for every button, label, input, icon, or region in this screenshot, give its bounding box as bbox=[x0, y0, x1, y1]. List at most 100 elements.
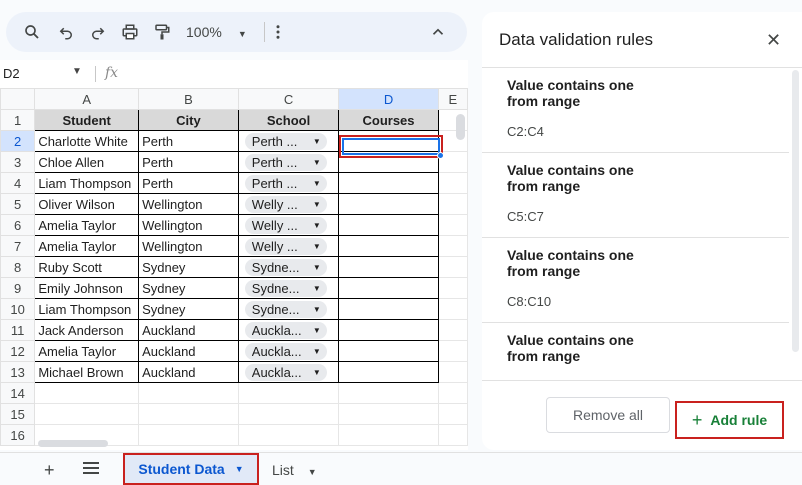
header-cell-student[interactable]: Student bbox=[34, 109, 140, 131]
row-header[interactable]: 8 bbox=[0, 256, 36, 278]
fill-handle[interactable] bbox=[437, 152, 444, 159]
cell-school[interactable]: Sydne... ▼ bbox=[237, 298, 340, 320]
cell-city[interactable]: Sydney bbox=[138, 298, 239, 320]
column-header-e[interactable]: E bbox=[437, 88, 468, 110]
dropdown-chip[interactable]: Welly ... ▼ bbox=[244, 216, 327, 234]
cell-student[interactable]: Chloe Allen bbox=[34, 151, 140, 173]
cell-city[interactable]: Perth bbox=[138, 172, 239, 194]
empty-cell[interactable] bbox=[437, 256, 468, 278]
cell-school[interactable]: Sydne... ▼ bbox=[237, 256, 340, 278]
cell-school[interactable]: Perth ... ▼ bbox=[237, 151, 340, 173]
tab-student-data[interactable]: Student Data ▼ bbox=[123, 453, 259, 485]
empty-cell[interactable] bbox=[237, 424, 340, 446]
rule-item[interactable]: Value contains one from range C5:C7 bbox=[482, 153, 789, 238]
cell-city[interactable]: Wellington bbox=[138, 235, 239, 257]
cell-city[interactable]: Perth bbox=[138, 151, 239, 173]
empty-cell[interactable] bbox=[237, 403, 340, 425]
rule-item[interactable]: Value contains one from range C2:C4 bbox=[482, 68, 789, 153]
cell-city[interactable]: Auckland bbox=[138, 319, 239, 341]
cell-student[interactable]: Jack Anderson bbox=[34, 319, 140, 341]
print-icon[interactable] bbox=[118, 20, 142, 44]
row-header[interactable]: 4 bbox=[0, 172, 36, 194]
column-header-c[interactable]: C bbox=[237, 88, 340, 110]
row-header[interactable]: 2 bbox=[0, 130, 36, 152]
search-icon[interactable] bbox=[20, 20, 44, 44]
horizontal-scrollbar[interactable] bbox=[38, 440, 108, 447]
cell-school[interactable]: Welly ... ▼ bbox=[237, 193, 340, 215]
header-cell-school[interactable]: School bbox=[237, 109, 340, 131]
paint-format-icon[interactable] bbox=[150, 20, 174, 44]
redo-icon[interactable] bbox=[86, 20, 110, 44]
spreadsheet-grid[interactable]: A B C D E 1 Student City School Courses … bbox=[0, 88, 468, 450]
cell-student[interactable]: Charlotte White bbox=[34, 130, 140, 152]
row-header[interactable]: 14 bbox=[0, 382, 36, 404]
cell-student[interactable]: Oliver Wilson bbox=[34, 193, 140, 215]
empty-cell[interactable] bbox=[437, 340, 468, 362]
rule-item[interactable]: Value contains one from range C8:C10 bbox=[482, 238, 789, 323]
add-rule-button[interactable]: + Add rule bbox=[675, 401, 784, 439]
dropdown-chip[interactable]: Auckla... ▼ bbox=[244, 342, 327, 360]
cell-city[interactable]: Auckland bbox=[138, 361, 239, 383]
cell-city[interactable]: Perth bbox=[138, 130, 239, 152]
cell-student[interactable]: Liam Thompson bbox=[34, 298, 140, 320]
add-sheet-icon[interactable]: + bbox=[44, 460, 55, 481]
empty-cell[interactable] bbox=[338, 403, 439, 425]
dropdown-chip[interactable]: Sydne... ▼ bbox=[244, 279, 327, 297]
empty-cell[interactable] bbox=[138, 382, 239, 404]
cell-courses[interactable] bbox=[338, 319, 439, 341]
empty-cell[interactable] bbox=[437, 298, 468, 320]
cell-courses[interactable] bbox=[338, 193, 439, 215]
cell-student[interactable]: Ruby Scott bbox=[34, 256, 140, 278]
panel-scrollbar[interactable] bbox=[792, 70, 799, 352]
empty-cell[interactable] bbox=[437, 235, 468, 257]
dropdown-chip[interactable]: Perth ... ▼ bbox=[244, 174, 327, 192]
cell-courses[interactable] bbox=[338, 277, 439, 299]
collapse-chevron-up-icon[interactable] bbox=[426, 20, 450, 44]
cell-courses[interactable] bbox=[338, 235, 439, 257]
cell-courses[interactable] bbox=[338, 298, 439, 320]
row-header[interactable]: 10 bbox=[0, 298, 36, 320]
cell-student[interactable]: Liam Thompson bbox=[34, 172, 140, 194]
column-header-a[interactable]: A bbox=[34, 88, 140, 110]
empty-cell[interactable] bbox=[138, 403, 239, 425]
cell-school[interactable]: Perth ... ▼ bbox=[237, 172, 340, 194]
cell-school[interactable]: Auckla... ▼ bbox=[237, 361, 340, 383]
row-header[interactable]: 7 bbox=[0, 235, 36, 257]
column-header-d[interactable]: D bbox=[338, 88, 439, 110]
cell-student[interactable]: Amelia Taylor bbox=[34, 340, 140, 362]
cell-school[interactable]: Welly ... ▼ bbox=[237, 235, 340, 257]
empty-cell[interactable] bbox=[338, 424, 439, 446]
cell-courses[interactable] bbox=[338, 172, 439, 194]
undo-icon[interactable] bbox=[54, 20, 78, 44]
cell-student[interactable]: Michael Brown bbox=[34, 361, 140, 383]
rule-item[interactable]: Value contains one from range bbox=[482, 323, 789, 392]
cell-courses[interactable] bbox=[338, 340, 439, 362]
remove-all-button[interactable]: Remove all bbox=[546, 397, 670, 433]
cell-student[interactable]: Amelia Taylor bbox=[34, 214, 140, 236]
empty-cell[interactable] bbox=[437, 277, 468, 299]
row-header[interactable]: 3 bbox=[0, 151, 36, 173]
dropdown-chip[interactable]: Perth ... ▼ bbox=[244, 153, 327, 171]
cell-school[interactable]: Perth ... ▼ bbox=[237, 130, 340, 152]
empty-cell[interactable] bbox=[138, 424, 239, 446]
cell-city[interactable]: Auckland bbox=[138, 340, 239, 362]
dropdown-chip[interactable]: Auckla... ▼ bbox=[244, 363, 327, 381]
empty-cell[interactable] bbox=[338, 382, 439, 404]
dropdown-chip[interactable]: Auckla... ▼ bbox=[244, 321, 327, 339]
header-cell-city[interactable]: City bbox=[138, 109, 239, 131]
cell-school[interactable]: Sydne... ▼ bbox=[237, 277, 340, 299]
empty-cell[interactable] bbox=[34, 403, 140, 425]
dropdown-chip[interactable]: Sydne... ▼ bbox=[244, 300, 327, 318]
cell-city[interactable]: Wellington bbox=[138, 214, 239, 236]
column-header-b[interactable]: B bbox=[138, 88, 239, 110]
cell-school[interactable]: Auckla... ▼ bbox=[237, 319, 340, 341]
cell-courses[interactable] bbox=[338, 361, 439, 383]
zoom-select[interactable]: 100% ▼ bbox=[186, 24, 247, 40]
row-header[interactable]: 12 bbox=[0, 340, 36, 362]
empty-cell[interactable] bbox=[237, 382, 340, 404]
empty-cell[interactable] bbox=[34, 382, 140, 404]
cell-city[interactable]: Sydney bbox=[138, 277, 239, 299]
select-all-corner[interactable] bbox=[0, 88, 36, 110]
empty-cell[interactable] bbox=[437, 403, 468, 425]
empty-cell[interactable] bbox=[437, 319, 468, 341]
